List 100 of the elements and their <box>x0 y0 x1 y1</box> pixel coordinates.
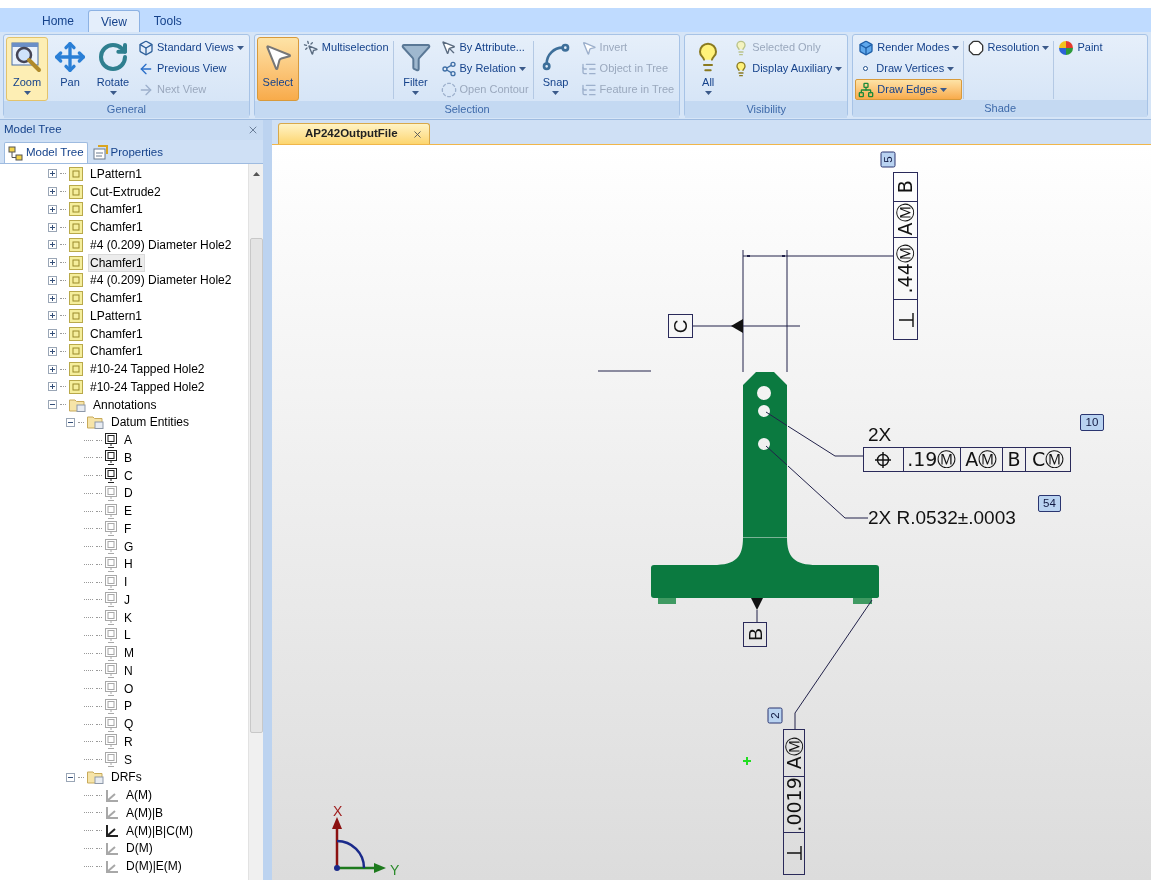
ribbon-button[interactable]: Multiselection <box>299 37 392 58</box>
tree-item[interactable]: E <box>122 502 134 521</box>
expand-toggle[interactable] <box>48 364 57 374</box>
expand-toggle[interactable] <box>66 772 75 782</box>
tree-item[interactable]: Q <box>122 715 136 734</box>
tree-item[interactable]: #4 (0.209) Diameter Hole2 <box>88 271 234 290</box>
dimension-text[interactable]: 2X R.0532±.0003 <box>868 507 1016 529</box>
panel-tab[interactable]: Model Tree <box>4 142 88 163</box>
tree-item[interactable]: P <box>122 697 134 716</box>
close-icon[interactable] <box>411 128 423 140</box>
expand-toggle[interactable] <box>48 275 57 285</box>
tree-item[interactable]: H <box>122 555 135 574</box>
feature-control-frame[interactable]: .0019 AⓂ <box>783 729 805 875</box>
ribbon-button[interactable]: Resolution <box>965 37 1053 58</box>
feature-control-frame[interactable]: .44Ⓜ AⓂ B <box>893 172 918 340</box>
expand-toggle[interactable] <box>48 311 57 321</box>
tree-item[interactable]: LPattern1 <box>88 306 145 325</box>
expand-toggle[interactable] <box>48 222 57 232</box>
tree-item[interactable]: DRFs <box>109 768 144 787</box>
ribbon-button[interactable]: Draw Edges <box>855 79 963 100</box>
expand-toggle[interactable] <box>48 346 57 356</box>
tree-item[interactable]: G <box>122 537 136 556</box>
expand-toggle[interactable] <box>48 382 57 392</box>
tree-item[interactable]: K <box>122 608 134 627</box>
expand-toggle[interactable] <box>48 169 57 179</box>
ribbon-button[interactable]: By Relation <box>437 58 532 79</box>
annotation-flag[interactable]: 54 <box>1038 495 1061 512</box>
ribbon-button[interactable]: Pan <box>49 37 91 101</box>
ribbon-button[interactable]: Previous View <box>135 58 247 79</box>
feature-icon <box>69 220 83 235</box>
expand-toggle[interactable] <box>48 400 57 410</box>
tree-item[interactable]: C <box>122 466 135 485</box>
feature-control-frame[interactable]: .19Ⓜ AⓂ B CⓂ <box>863 447 1071 472</box>
ribbon-button[interactable]: Select <box>256 37 299 101</box>
ribbon-button[interactable]: Snap <box>534 37 577 101</box>
ribbon-tab[interactable]: View <box>88 10 140 32</box>
tree-item[interactable]: Chamfer1 <box>88 200 145 219</box>
ribbon-button[interactable]: Standard Views <box>135 37 247 58</box>
tree-item[interactable]: A(M) <box>124 786 154 805</box>
tree-item[interactable]: F <box>122 519 134 538</box>
annotation-flag[interactable]: 2 <box>767 707 783 724</box>
tree-item[interactable]: S <box>122 750 134 769</box>
tree-item[interactable]: N <box>122 661 135 680</box>
tree-item[interactable]: I <box>122 573 130 592</box>
ribbon-tab[interactable]: Home <box>30 10 86 32</box>
datum-label[interactable]: C <box>668 314 693 338</box>
tree-item[interactable]: M <box>122 644 136 663</box>
tree-item[interactable]: B <box>122 448 134 467</box>
ribbon-button[interactable]: Rotate <box>92 37 134 101</box>
annotation-flag[interactable]: 10 <box>1080 414 1104 431</box>
ribbon-button[interactable]: By Attribute... <box>437 37 532 58</box>
part-base[interactable] <box>651 537 879 604</box>
ribbon-button[interactable]: Paint <box>1055 37 1106 58</box>
ribbon-button[interactable]: Filter <box>394 37 437 101</box>
part-stem[interactable] <box>743 372 788 537</box>
tree-item[interactable]: D <box>122 484 135 503</box>
tree-item[interactable]: Chamfer1 <box>88 342 145 361</box>
tree-item[interactable]: A(M)|B|C(M) <box>124 821 195 840</box>
ribbon-button[interactable]: Zoom <box>6 37 48 101</box>
expand-toggle[interactable] <box>48 187 57 197</box>
ribbon-button[interactable]: Render Modes <box>855 37 963 58</box>
tree-item[interactable]: Chamfer1 <box>88 218 145 237</box>
tree-item[interactable]: A <box>122 431 134 450</box>
tree-item[interactable]: L <box>122 626 133 645</box>
tree-item[interactable]: Datum Entities <box>109 413 192 432</box>
feature-icon <box>69 273 83 288</box>
ribbon-button[interactable]: Draw Vertices <box>855 58 963 79</box>
tree-item[interactable]: #10-24 Tapped Hole2 <box>88 377 207 396</box>
expand-toggle[interactable] <box>48 293 57 303</box>
annotation-flag[interactable]: 5 <box>880 151 896 168</box>
expand-toggle[interactable] <box>48 329 57 339</box>
tree-item[interactable]: #4 (0.209) Diameter Hole2 <box>88 235 234 254</box>
tree-item[interactable]: Chamfer1 <box>88 253 145 272</box>
tree-item[interactable]: D(M) <box>124 839 155 858</box>
ribbon-button[interactable]: Display Auxiliary <box>730 58 846 79</box>
document-tab[interactable]: AP242OutputFile <box>278 123 430 144</box>
tree-item[interactable]: A(M)|B <box>124 803 166 822</box>
close-icon[interactable] <box>247 124 259 136</box>
expand-toggle[interactable] <box>48 258 57 268</box>
tree-item[interactable]: Chamfer1 <box>88 289 145 308</box>
expand-toggle[interactable] <box>48 204 57 214</box>
ribbon-tab[interactable]: Tools <box>141 10 194 32</box>
expand-toggle[interactable] <box>48 240 57 250</box>
ribbon-button[interactable]: All <box>687 37 730 101</box>
tree-item[interactable]: J <box>122 590 132 609</box>
tree-item[interactable]: #10-24 Tapped Hole2 <box>88 360 207 379</box>
datum-label[interactable]: B <box>743 622 767 647</box>
tree-item[interactable]: LPattern1 <box>88 164 145 183</box>
tree-item[interactable]: Annotations <box>91 395 159 414</box>
scroll-thumb[interactable] <box>249 238 263 733</box>
scrollbar[interactable] <box>248 164 263 880</box>
tree-item[interactable]: R <box>122 732 135 751</box>
frame-value: AⓂ <box>961 448 1003 471</box>
tree-item[interactable]: O <box>122 679 136 698</box>
tree-item[interactable]: Chamfer1 <box>88 324 145 343</box>
tree-item[interactable]: Cut-Extrude2 <box>88 182 163 201</box>
expand-toggle[interactable] <box>66 417 75 427</box>
scroll-up-icon[interactable] <box>252 172 260 176</box>
tree-item[interactable]: D(M)|E(M) <box>124 857 184 876</box>
panel-tab[interactable]: Properties <box>89 142 166 163</box>
